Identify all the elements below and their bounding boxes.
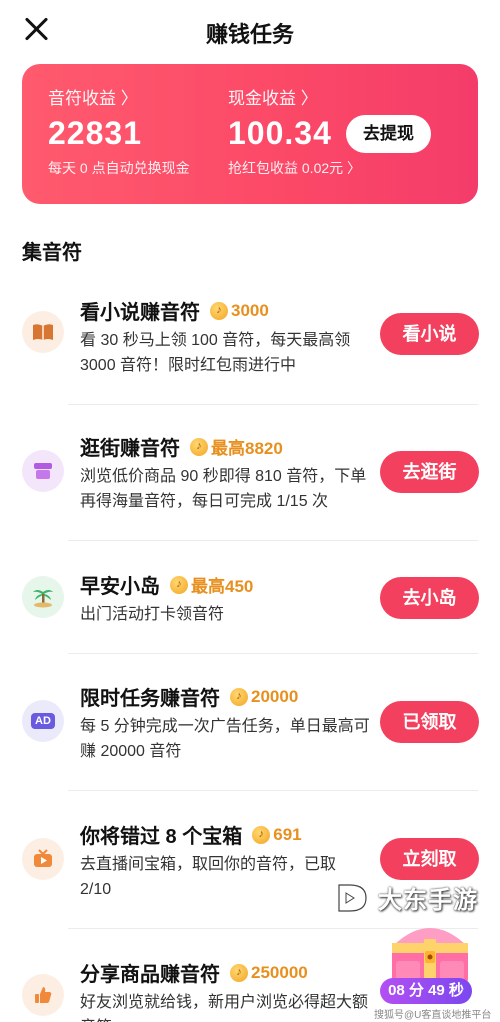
claim-now-button[interactable]: 立刻取	[380, 838, 479, 880]
earnings-card: 音符收益 〉 22831 每天 0 点自动兑换现金 现金收益 〉 100.34 …	[22, 64, 478, 204]
page-title: 赚钱任务	[205, 22, 294, 47]
task-desc: 好友浏览就给钱，新用户浏览必得超大额音符	[80, 994, 369, 1022]
island-icon	[22, 576, 64, 618]
task-reward: 3000	[231, 300, 269, 320]
divider	[68, 404, 478, 405]
cash-earnings[interactable]: 现金收益 〉 100.34 抢红包收益 0.02元 〉	[228, 84, 361, 178]
book-icon	[22, 311, 64, 353]
coin-icon	[252, 825, 271, 844]
task-desc: 看 30 秒马上领 100 音符，每天最高领 3000 音符！限时红包雨进行中	[80, 332, 351, 374]
coin-icon	[210, 301, 228, 320]
withdraw-button[interactable]: 去提现	[346, 115, 431, 153]
divider	[68, 653, 478, 654]
ad-label: AD	[31, 713, 55, 729]
task-reward: 最高450	[191, 577, 254, 596]
go-shopping-button[interactable]: 去逛街	[380, 451, 479, 493]
thumbs-up-icon	[22, 974, 64, 1016]
task-reward: 20000	[251, 686, 299, 706]
coin-icon	[230, 963, 248, 982]
note-earnings-value: 22831	[48, 115, 142, 151]
watermark-credit: 搜狐号@U客直谈地推平台	[374, 1010, 492, 1021]
task-title: 逛街赚音符	[80, 438, 180, 460]
cash-earnings-label: 现金收益 〉	[228, 89, 318, 108]
watermark-text: 大东手游	[378, 887, 478, 914]
task-title: 限时任务赚音符	[80, 688, 220, 710]
task-title: 分享商品赚音符	[80, 964, 220, 986]
watermark: 大东手游	[336, 880, 478, 915]
coin-icon	[190, 437, 208, 456]
task-title: 你将错过 8 个宝箱	[80, 826, 243, 848]
task-desc: 浏览低价商品 90 秒即得 810 音符，下单再得海量音符，每日可完成 1/15…	[80, 468, 367, 510]
section-title: 集音符	[22, 242, 82, 264]
watermark-logo-icon	[336, 882, 372, 914]
coin-icon	[230, 687, 248, 706]
top-bar: 赚钱任务	[0, 0, 500, 60]
divider	[68, 790, 478, 791]
divider	[68, 540, 478, 541]
note-earnings-sub: 每天 0 点自动兑换现金	[48, 160, 190, 176]
task-reward: 691	[273, 824, 302, 844]
read-novel-button[interactable]: 看小说	[380, 313, 479, 355]
cash-earnings-sub[interactable]: 抢红包收益 0.02元 〉	[228, 158, 361, 178]
task-title: 早安小岛	[80, 576, 160, 598]
cash-earnings-value: 100.34	[228, 115, 332, 151]
ad-icon: AD	[22, 700, 64, 742]
task-desc: 出门活动打卡领音符	[80, 606, 225, 623]
task-reward: 250000	[251, 962, 308, 982]
countdown-timer[interactable]: 08 分 49 秒	[380, 978, 472, 1004]
claimed-button[interactable]: 已领取	[380, 701, 479, 743]
task-reward: 最高8820	[211, 439, 283, 458]
task-desc: 去直播间宝箱，取回你的音符，已取 2/10	[80, 856, 337, 898]
live-tv-icon	[22, 838, 64, 880]
shop-icon	[22, 450, 64, 492]
note-earnings-label: 音符收益 〉	[48, 89, 138, 108]
note-earnings[interactable]: 音符收益 〉 22831 每天 0 点自动兑换现金	[48, 84, 190, 178]
coin-icon	[170, 575, 188, 594]
task-desc: 每 5 分钟完成一次广告任务，单日最高可赚 20000 音符	[80, 718, 370, 760]
go-island-button[interactable]: 去小岛	[380, 577, 479, 619]
task-title: 看小说赚音符	[80, 302, 200, 324]
